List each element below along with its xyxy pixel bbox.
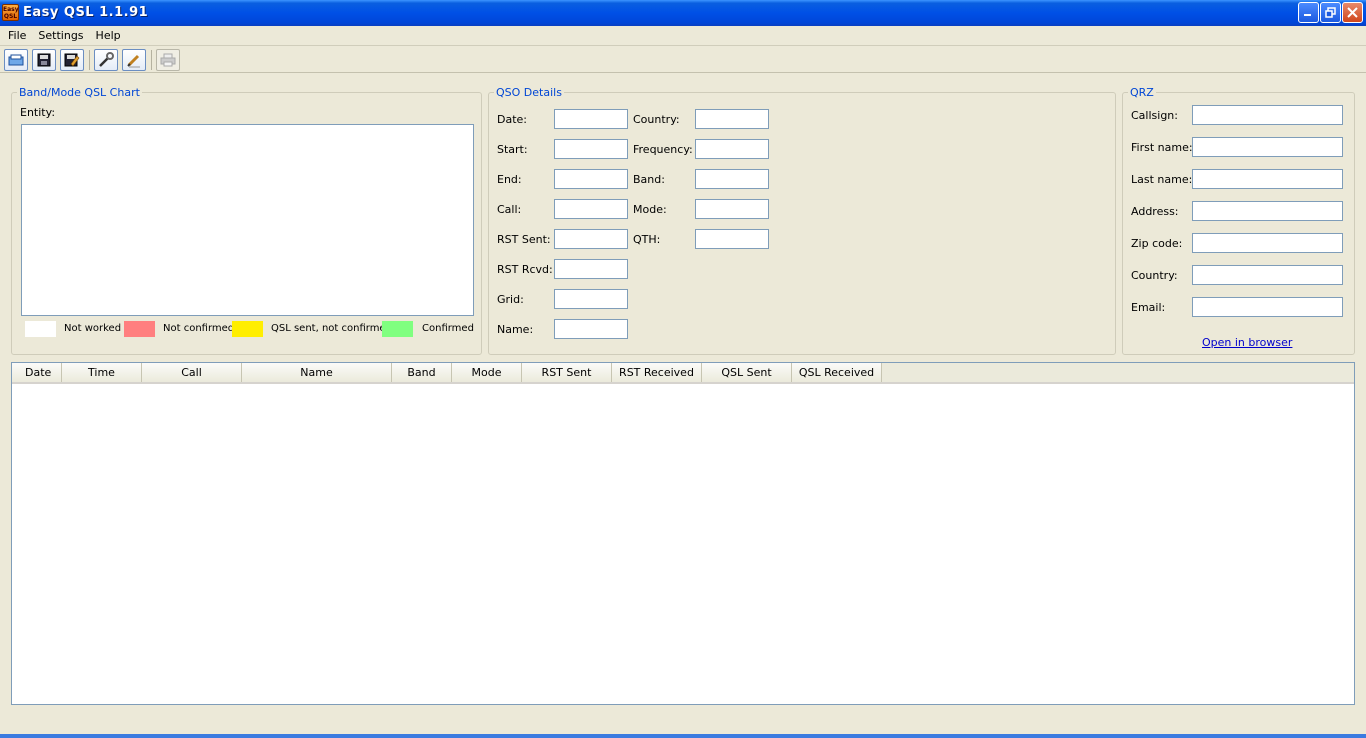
legend-label-not-confirmed: Not confirmed [163, 323, 235, 334]
legend-label-confirmed: Confirmed [422, 323, 474, 334]
qrz-email-label: Email: [1131, 301, 1166, 314]
column-header-rst-received[interactable]: RST Received [612, 363, 702, 382]
frequency-label: Frequency: [633, 143, 693, 156]
qrz-title: QRZ [1128, 86, 1156, 99]
date-label: Date: [497, 113, 527, 126]
column-header-name[interactable]: Name [242, 363, 392, 382]
log-table[interactable]: Date Time Call Name Band Mode RST Sent R… [11, 362, 1355, 705]
settings-wrench-icon [99, 52, 114, 67]
legend-swatch-not-worked [25, 321, 56, 337]
save-as-button[interactable] [60, 49, 84, 71]
mode-field[interactable] [695, 199, 769, 219]
qso-details-title: QSO Details [494, 86, 564, 99]
save-button[interactable] [32, 49, 56, 71]
settings-button[interactable] [94, 49, 118, 71]
qrz-callsign-field[interactable] [1192, 105, 1343, 125]
column-header-rst-sent[interactable]: RST Sent [522, 363, 612, 382]
legend-swatch-confirmed [382, 321, 413, 337]
country-label: Country: [633, 113, 680, 126]
call-field[interactable] [554, 199, 628, 219]
qrz-first-name-field[interactable] [1192, 137, 1343, 157]
menu-settings[interactable]: Settings [32, 29, 89, 42]
menu-help[interactable]: Help [90, 29, 127, 42]
country-field[interactable] [695, 109, 769, 129]
menu-bar: File Settings Help [0, 26, 1366, 45]
taskbar-edge [0, 734, 1366, 738]
rst-rcvd-label: RST Rcvd: [497, 263, 553, 276]
column-header-qsl-sent[interactable]: QSL Sent [702, 363, 792, 382]
column-header-qsl-received[interactable]: QSL Received [792, 363, 882, 382]
column-header-date[interactable]: Date [12, 363, 62, 382]
end-field[interactable] [554, 169, 628, 189]
rst-sent-label: RST Sent: [497, 233, 551, 246]
minimize-icon [1304, 14, 1311, 16]
save-as-icon [64, 53, 80, 67]
rst-rcvd-field[interactable] [554, 259, 628, 279]
open-in-browser-link[interactable]: Open in browser [1202, 336, 1292, 349]
qrz-zip-code-field[interactable] [1192, 233, 1343, 253]
close-icon [1347, 7, 1358, 18]
frequency-field[interactable] [695, 139, 769, 159]
menu-file[interactable]: File [2, 29, 32, 42]
grid-label: Grid: [497, 293, 524, 306]
column-header-time-label: Time [88, 366, 115, 379]
name-label: Name: [497, 323, 534, 336]
open-icon [8, 54, 24, 66]
app-icon: Easy QSL [2, 4, 19, 21]
window-title: Easy QSL 1.1.91 [23, 5, 149, 20]
column-header-band[interactable]: Band [392, 363, 452, 382]
grid-field[interactable] [554, 289, 628, 309]
legend-label-qsl-sent: QSL sent, not confirmed [271, 323, 392, 334]
toolbar-separator [151, 50, 152, 70]
entity-chart-area[interactable] [21, 124, 474, 316]
qrz-country-field[interactable] [1192, 265, 1343, 285]
end-label: End: [497, 173, 522, 186]
log-table-header: Date Time Call Name Band Mode RST Sent R… [12, 363, 1354, 384]
qth-field[interactable] [695, 229, 769, 249]
print-button[interactable] [156, 49, 180, 71]
start-label: Start: [497, 143, 528, 156]
edit-pen-icon [127, 54, 140, 68]
title-bar[interactable]: Easy QSL Easy QSL 1.1.91 [0, 0, 1366, 26]
entity-label: Entity: [20, 106, 56, 119]
minimize-button[interactable] [1298, 2, 1319, 23]
start-field[interactable] [554, 139, 628, 159]
open-button[interactable] [4, 49, 28, 71]
qrz-last-name-field[interactable] [1192, 169, 1343, 189]
column-header-mode[interactable]: Mode [452, 363, 522, 382]
legend-swatch-qsl-sent [232, 321, 263, 337]
close-button[interactable] [1342, 2, 1363, 23]
band-label: Band: [633, 173, 665, 186]
name-field[interactable] [554, 319, 628, 339]
edit-button[interactable] [122, 49, 146, 71]
save-icon [37, 53, 51, 67]
legend-swatch-not-confirmed [124, 321, 155, 337]
qso-details-group: QSO Details [488, 86, 1116, 355]
mode-label: Mode: [633, 203, 667, 216]
column-header-time[interactable]: Time [62, 363, 142, 382]
qrz-zip-code-label: Zip code: [1131, 237, 1183, 250]
qrz-callsign-label: Callsign: [1131, 109, 1178, 122]
print-icon [160, 53, 176, 67]
qth-label: QTH: [633, 233, 661, 246]
qsl-chart-title: Band/Mode QSL Chart [17, 86, 142, 99]
restore-button[interactable] [1320, 2, 1341, 23]
toolbar [0, 46, 1366, 73]
band-field[interactable] [695, 169, 769, 189]
restore-icon [1325, 7, 1336, 18]
qrz-email-field[interactable] [1192, 297, 1343, 317]
date-field[interactable] [554, 109, 628, 129]
qrz-country-label: Country: [1131, 269, 1178, 282]
call-label: Call: [497, 203, 522, 216]
rst-sent-field[interactable] [554, 229, 628, 249]
column-header-call[interactable]: Call [142, 363, 242, 382]
legend-label-not-worked: Not worked [64, 323, 122, 334]
qrz-address-field[interactable] [1192, 201, 1343, 221]
qrz-address-label: Address: [1131, 205, 1179, 218]
qrz-first-name-label: First name: [1131, 141, 1193, 154]
qrz-last-name-label: Last name: [1131, 173, 1193, 186]
toolbar-separator [89, 50, 90, 70]
